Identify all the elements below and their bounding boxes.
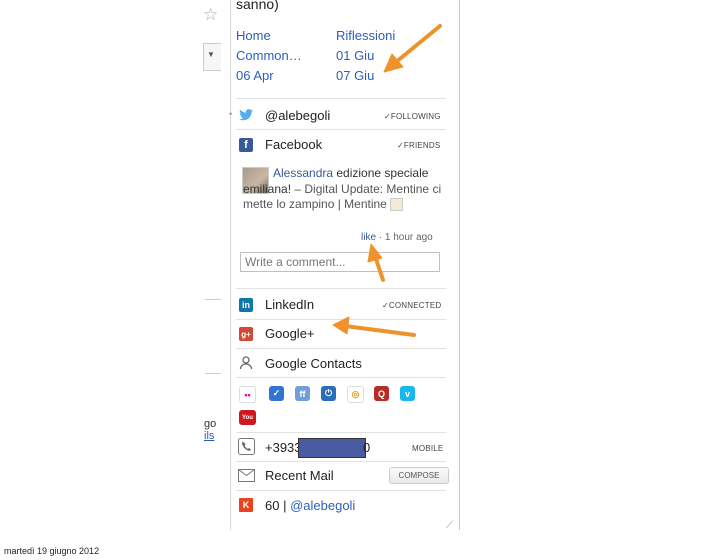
footer-date: martedì 19 giugno 2012 <box>4 546 100 556</box>
annotation-arrows <box>332 24 442 337</box>
